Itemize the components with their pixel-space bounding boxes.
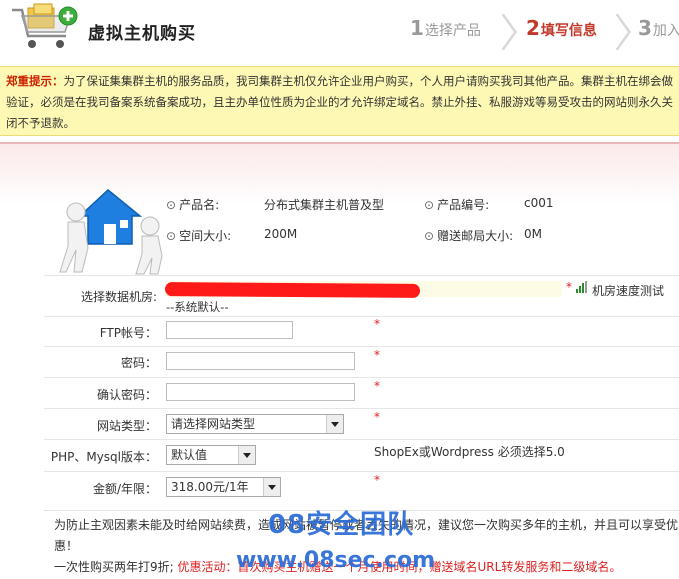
price-period-select[interactable]: 318.00元/1年 <box>166 477 281 497</box>
shopping-cart-icon <box>12 3 78 48</box>
php-version-row: PHP、Mysql版本： <box>44 439 679 472</box>
required-mark: * <box>374 410 380 424</box>
bullet-icon: ⊙ <box>166 198 177 212</box>
confirm-password-input[interactable] <box>166 383 355 401</box>
password-input[interactable] <box>166 352 355 370</box>
site-type-row: 网站类型： <box>44 408 679 440</box>
house-movers-illustration <box>59 189 163 275</box>
datacenter-default-option[interactable]: --系统默认-- <box>166 299 229 315</box>
password-row: 密码： <box>44 346 679 378</box>
signal-bars-icon <box>576 281 587 293</box>
password-label: 密码： <box>120 356 157 370</box>
warning-notice: 郑重提示：为了保证集集群主机的服务品质，我司集群主机仅允许企业用户购买，个人用户… <box>0 66 679 136</box>
product-name-row: ⊙ 产品名: <box>166 198 220 212</box>
required-mark: * <box>374 317 380 331</box>
page-title: 虚拟主机购买 <box>88 24 196 44</box>
page-header: 虚拟主机购买 1选择产品 2填写信息 3加入 <box>0 0 679 58</box>
bullet-icon: ⊙ <box>166 229 177 243</box>
php-version-hint: ShopEx或Wordpress 必须选择5.0 <box>374 445 565 459</box>
warning-title: 郑重提示： <box>6 74 64 88</box>
required-mark: * <box>566 280 572 294</box>
php-version-select[interactable]: 默认值 <box>166 445 256 465</box>
dropdown-arrow-icon <box>263 478 280 496</box>
dropdown-arrow-icon <box>326 415 343 433</box>
redaction-mark <box>164 282 421 298</box>
site-type-label: 网站类型： <box>96 419 157 433</box>
mail-size-row: ⊙ 赠送邮局大小: <box>424 229 514 243</box>
dropdown-arrow-icon <box>238 446 255 464</box>
watermark-title: 08安全团队 <box>268 510 415 540</box>
required-mark: * <box>374 473 380 487</box>
bullet-icon: ⊙ <box>424 198 435 212</box>
step-3: 3加入 <box>638 16 679 40</box>
site-type-select[interactable]: 请选择网站类型 <box>166 414 344 434</box>
ftp-account-input[interactable] <box>166 321 293 339</box>
product-code-value: c001 <box>524 196 554 210</box>
price-label: 金额/年限： <box>92 482 157 496</box>
product-code-row: ⊙ 产品编号: <box>424 198 490 212</box>
space-size-value: 200M <box>264 227 298 241</box>
step-chevron-icon <box>615 14 632 50</box>
step-chevron-icon <box>501 14 518 50</box>
required-mark: * <box>374 348 380 362</box>
php-version-label: PHP、Mysql版本： <box>50 450 157 464</box>
warning-text: 为了保证集集群主机的服务品质，我司集群主机仅允许企业用户购买，个人用户请购买我司… <box>6 74 673 130</box>
ftp-row: FTP帐号： <box>44 316 679 347</box>
confirm-password-row: 确认密码： <box>44 377 679 409</box>
step-1: 1选择产品 <box>410 16 481 40</box>
bullet-icon: ⊙ <box>424 229 435 243</box>
space-size-row: ⊙ 空间大小: <box>166 229 232 243</box>
required-mark: * <box>374 379 380 393</box>
speed-test-link[interactable]: 机房速度测试 <box>592 282 664 299</box>
product-name-value: 分布式集群主机普及型 <box>264 198 385 212</box>
watermark-url: www.08sec.com <box>236 548 436 573</box>
datacenter-label: 选择数据机房: <box>80 290 157 304</box>
mail-size-value: 0M <box>524 227 542 241</box>
step-2-active: 2填写信息 <box>526 16 597 40</box>
ftp-label: FTP帐号： <box>99 326 157 340</box>
confirm-password-label: 确认密码： <box>96 388 157 402</box>
